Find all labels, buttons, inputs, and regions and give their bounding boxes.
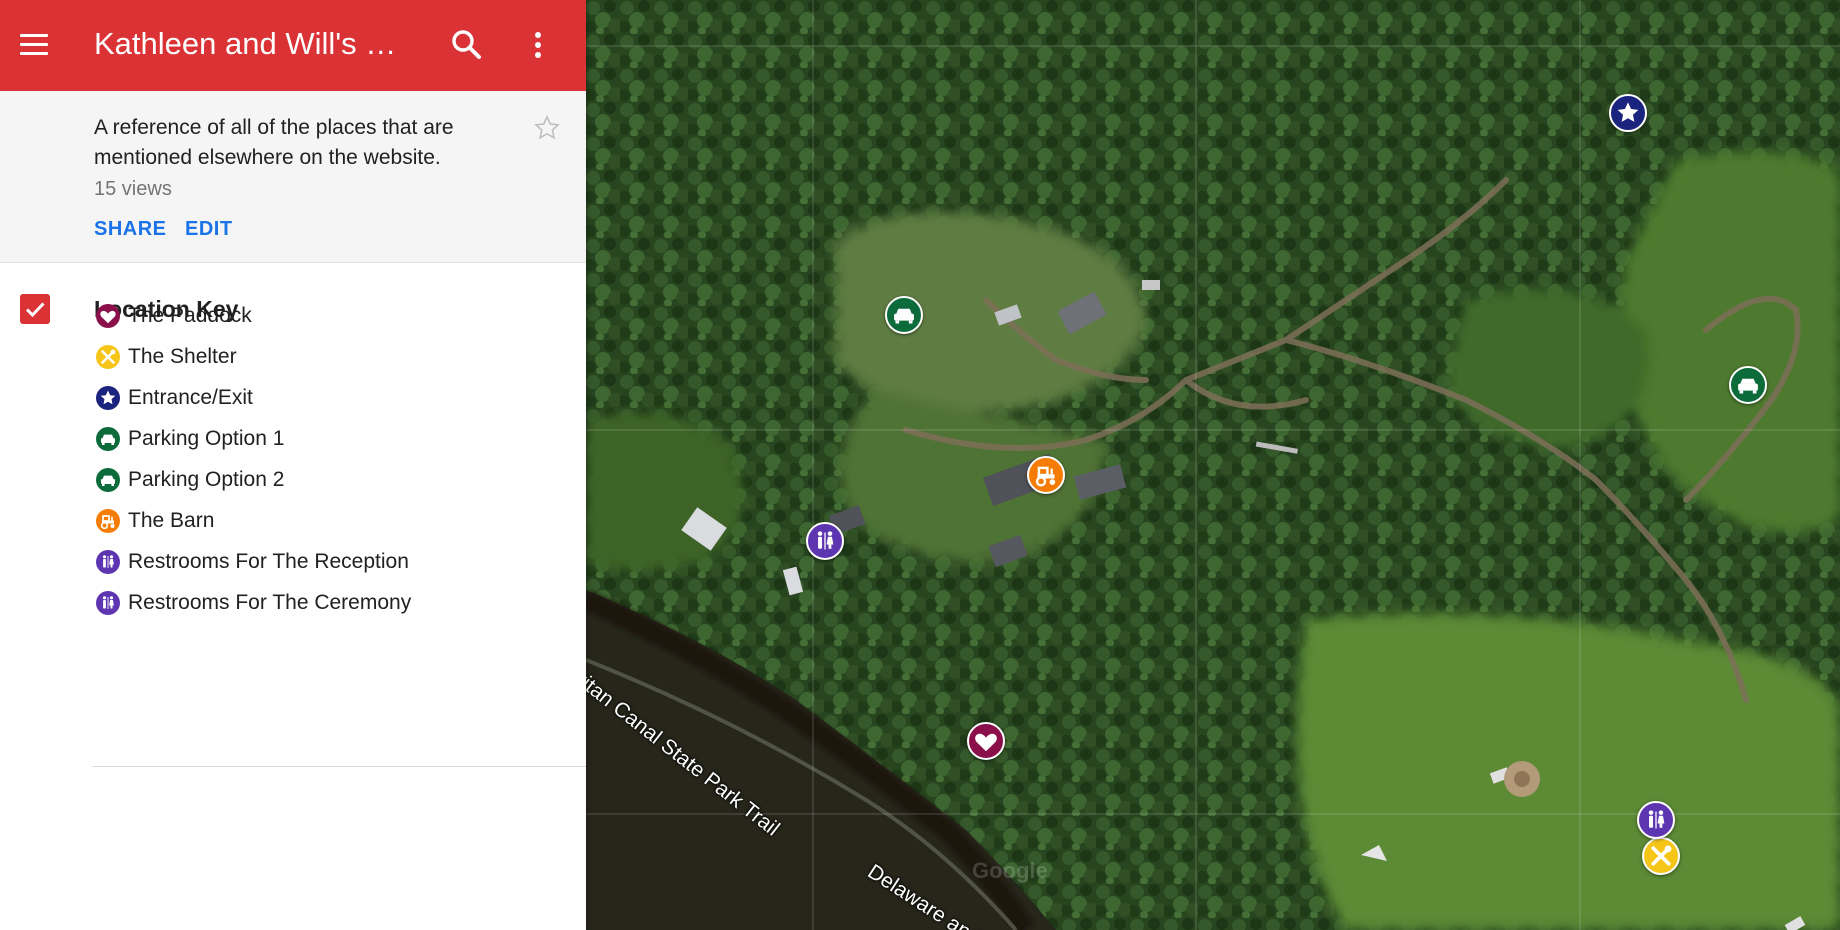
key-item-label: Restrooms For The Reception bbox=[128, 550, 409, 573]
key-item[interactable]: The Paddock bbox=[94, 299, 564, 333]
map-marker-restroom-icon[interactable] bbox=[806, 522, 844, 560]
hamburger-menu-icon[interactable] bbox=[19, 28, 49, 62]
map-title: Kathleen and Will's We... bbox=[94, 26, 416, 61]
view-count: 15 views bbox=[94, 178, 172, 200]
tractor-icon bbox=[96, 509, 120, 533]
key-item[interactable]: Parking Option 2 bbox=[94, 463, 564, 497]
map-marker-star-icon[interactable] bbox=[1609, 94, 1647, 132]
more-vertical-icon[interactable] bbox=[522, 26, 554, 64]
restroom-icon bbox=[96, 550, 120, 574]
map-marker-restroom-icon[interactable] bbox=[1637, 801, 1675, 839]
satellite-imagery bbox=[586, 0, 1840, 930]
key-item[interactable]: The Shelter bbox=[94, 340, 564, 374]
key-item-label: The Paddock bbox=[128, 304, 252, 327]
car-icon bbox=[96, 468, 120, 492]
share-button[interactable]: SHARE bbox=[94, 216, 167, 242]
sidebar-panel: Kathleen and Will's We... A reference of… bbox=[0, 0, 586, 930]
key-item[interactable]: Restrooms For The Ceremony bbox=[94, 586, 564, 620]
restroom-icon bbox=[96, 591, 120, 615]
maps-app: Kathleen and Will's We... A reference of… bbox=[0, 0, 1840, 930]
map-header: Kathleen and Will's We... bbox=[0, 0, 586, 91]
heart-icon bbox=[96, 304, 120, 328]
edit-button[interactable]: EDIT bbox=[185, 216, 233, 242]
key-item-label: The Shelter bbox=[128, 345, 237, 368]
utensils-icon bbox=[96, 345, 120, 369]
google-watermark: Google bbox=[972, 858, 1048, 883]
star-icon bbox=[96, 386, 120, 410]
map-marker-car-icon[interactable] bbox=[885, 296, 923, 334]
map-marker-tractor-icon[interactable] bbox=[1027, 456, 1065, 494]
map-description: A reference of all of the places that ar… bbox=[94, 116, 454, 169]
key-item-label: Parking Option 2 bbox=[128, 468, 285, 491]
key-item[interactable]: Restrooms For The Reception bbox=[94, 545, 564, 579]
key-item[interactable]: Entrance/Exit bbox=[94, 381, 564, 415]
key-item-label: Restrooms For The Ceremony bbox=[128, 591, 412, 614]
star-outline-icon[interactable] bbox=[533, 114, 561, 142]
map-marker-utensils-icon[interactable] bbox=[1642, 837, 1680, 875]
map-marker-heart-icon[interactable] bbox=[967, 722, 1005, 760]
key-item-label: The Barn bbox=[128, 509, 215, 532]
map-canvas[interactable]: ritan Canal State Park Trail Delaware an… bbox=[586, 0, 1840, 930]
key-item[interactable]: The Barn bbox=[94, 504, 564, 538]
search-icon[interactable] bbox=[449, 27, 485, 63]
key-item-label: Parking Option 1 bbox=[128, 427, 285, 450]
map-info-section: A reference of all of the places that ar… bbox=[0, 91, 586, 263]
layer-divider bbox=[92, 766, 586, 767]
key-item[interactable]: Parking Option 1 bbox=[94, 422, 564, 456]
key-item-label: Entrance/Exit bbox=[128, 386, 253, 409]
layer-checkbox[interactable] bbox=[20, 294, 50, 324]
car-icon bbox=[96, 427, 120, 451]
map-marker-car-icon[interactable] bbox=[1729, 366, 1767, 404]
